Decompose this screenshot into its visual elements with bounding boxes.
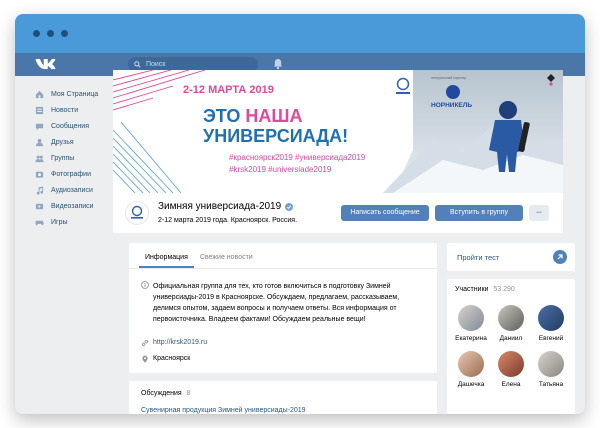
member-avatar bbox=[538, 305, 564, 331]
search-icon bbox=[134, 61, 141, 68]
left-sidebar: Моя Страница Новости Сообщения Друзья Гр… bbox=[35, 86, 125, 230]
sidebar-item-label: Друзья bbox=[51, 138, 74, 146]
member-avatar bbox=[458, 351, 484, 377]
group-avatar[interactable] bbox=[125, 201, 149, 225]
discussion-topic-link[interactable]: Сувенирная продукция Зимней универсиады-… bbox=[141, 407, 306, 414]
photos-icon bbox=[35, 170, 44, 179]
member-item[interactable]: Екатерина bbox=[451, 305, 491, 342]
search-placeholder: Поиск bbox=[146, 61, 166, 68]
cover-headline-part-2: НАША bbox=[245, 106, 303, 126]
members-header[interactable]: Участники 53 290 bbox=[455, 286, 515, 293]
discussions-header[interactable]: Обсуждения 8 bbox=[141, 390, 191, 397]
sidebar-item-label: Сообщения bbox=[51, 122, 89, 130]
more-actions-button[interactable]: ••• bbox=[529, 205, 549, 221]
sidebar-item-label: Аудиозаписи bbox=[51, 186, 93, 194]
tab-information[interactable]: Информация bbox=[139, 254, 194, 268]
send-message-button[interactable]: Написать сообщение bbox=[341, 205, 429, 221]
sidebar-item-label: Моя Страница bbox=[51, 90, 99, 98]
member-avatar bbox=[538, 351, 564, 377]
member-name: Татьяна bbox=[538, 381, 564, 388]
members-count: 53 290 bbox=[493, 286, 515, 293]
group-name: Зимняя универсиада-2019 bbox=[158, 201, 282, 212]
sidebar-item-friends[interactable]: Друзья bbox=[35, 134, 125, 150]
notifications-bell-icon[interactable] bbox=[273, 58, 283, 70]
take-test-label: Пройти тест bbox=[457, 253, 500, 262]
member-avatar bbox=[498, 305, 524, 331]
member-item[interactable]: Елена bbox=[491, 351, 531, 388]
discussions-card: Обсуждения 8 Сувенирная продукция Зимней… bbox=[129, 381, 437, 414]
member-item[interactable]: Дашечка bbox=[451, 351, 491, 388]
groups-icon bbox=[35, 154, 44, 163]
info-card: Информация Свежие новости Официальная гр… bbox=[129, 243, 437, 373]
sidebar-item-label: Видеозаписи bbox=[51, 202, 94, 210]
website-row: http://krsk2019.ru bbox=[141, 339, 207, 347]
window-titlebar bbox=[15, 14, 585, 53]
window-control-dot[interactable] bbox=[61, 30, 68, 37]
location-pin-icon bbox=[142, 355, 148, 363]
city-text: Красноярск bbox=[153, 355, 191, 362]
info-icon bbox=[141, 281, 149, 289]
take-test-card[interactable]: Пройти тест bbox=[447, 243, 575, 271]
discussions-title: Обсуждения bbox=[141, 390, 182, 397]
member-item[interactable]: Евгений bbox=[531, 305, 571, 342]
group-status: 2-12 марта 2019 года. Красноярск. Россия… bbox=[158, 217, 298, 224]
window-control-dot[interactable] bbox=[33, 30, 40, 37]
cover-hashtags-line-1: #красноярск2019 #универсиада2019 bbox=[229, 153, 366, 162]
sidebar-item-label: Новости bbox=[51, 106, 79, 114]
sidebar-item-audio[interactable]: Аудиозаписи bbox=[35, 182, 125, 198]
friends-icon bbox=[35, 138, 44, 147]
sidebar-item-label: Фотографии bbox=[51, 170, 92, 178]
partner-caption: генеральный партнер bbox=[431, 76, 467, 80]
member-name: Евгений bbox=[538, 335, 564, 342]
sidebar-item-games[interactable]: Игры bbox=[35, 214, 125, 230]
home-icon bbox=[35, 90, 44, 99]
join-group-button[interactable]: Вступить в группу bbox=[435, 205, 523, 221]
cover-date: 2-12 МАРТА 2019 bbox=[183, 84, 274, 96]
group-header: Зимняя универсиада-2019 2-12 марта 2019 … bbox=[113, 193, 563, 233]
sidebar-item-news[interactable]: Новости bbox=[35, 102, 125, 118]
sidebar-item-video[interactable]: Видеозаписи bbox=[35, 198, 125, 214]
location-row: Красноярск bbox=[141, 355, 191, 363]
member-avatar bbox=[498, 351, 524, 377]
group-description: Официальная группа для тех, кто готов вк… bbox=[153, 283, 400, 323]
website-link[interactable]: http://krsk2019.ru bbox=[153, 339, 207, 346]
sidebar-item-label: Группы bbox=[51, 154, 75, 162]
member-item[interactable]: Даниил bbox=[491, 305, 531, 342]
members-title: Участники bbox=[455, 286, 489, 293]
sidebar-item-label: Игры bbox=[51, 218, 68, 226]
vk-logo-icon[interactable] bbox=[35, 58, 57, 71]
group-title-row: Зимняя универсиада-2019 bbox=[158, 201, 294, 212]
member-name: Елена bbox=[501, 381, 521, 388]
sidebar-item-my-page[interactable]: Моя Страница bbox=[35, 86, 125, 102]
games-icon bbox=[35, 218, 44, 227]
member-name: Екатерина bbox=[455, 335, 487, 342]
member-avatar bbox=[458, 305, 484, 331]
video-icon bbox=[35, 202, 44, 211]
audio-icon bbox=[35, 185, 44, 195]
member-item[interactable]: Татьяна bbox=[531, 351, 571, 388]
verified-icon bbox=[285, 202, 294, 211]
messages-icon bbox=[35, 122, 44, 131]
window-control-dot[interactable] bbox=[47, 30, 54, 37]
cover-headline-part-1: ЭТО bbox=[203, 106, 241, 126]
news-icon bbox=[35, 106, 44, 115]
members-card: Участники 53 290 Екатерина Даниил Евгени… bbox=[447, 279, 575, 414]
sidebar-item-photos[interactable]: Фотографии bbox=[35, 166, 125, 182]
cover-hashtags-line-2: #krsk2019 #universiade2019 bbox=[229, 165, 332, 174]
sidebar-item-messages[interactable]: Сообщения bbox=[35, 118, 125, 134]
group-cover-banner: 2-12 МАРТА 2019 ЭТО НАША УНИВЕРСИАДА! #к… bbox=[113, 70, 563, 193]
arrow-up-right-icon[interactable] bbox=[553, 250, 567, 264]
info-tabs: Информация Свежие новости bbox=[129, 243, 437, 269]
link-icon bbox=[141, 339, 149, 347]
discussions-count: 8 bbox=[186, 390, 191, 397]
cover-headline: ЭТО НАША УНИВЕРСИАДА! bbox=[203, 106, 348, 146]
partner-logo-text: НОРНИКЕЛЬ bbox=[431, 102, 472, 109]
cover-headline-part-3: УНИВЕРСИАДА! bbox=[203, 126, 349, 146]
member-name: Дашечка bbox=[457, 381, 485, 388]
sidebar-item-groups[interactable]: Группы bbox=[35, 150, 125, 166]
member-name: Даниил bbox=[499, 335, 523, 342]
tab-latest-news[interactable]: Свежие новости bbox=[194, 254, 259, 268]
